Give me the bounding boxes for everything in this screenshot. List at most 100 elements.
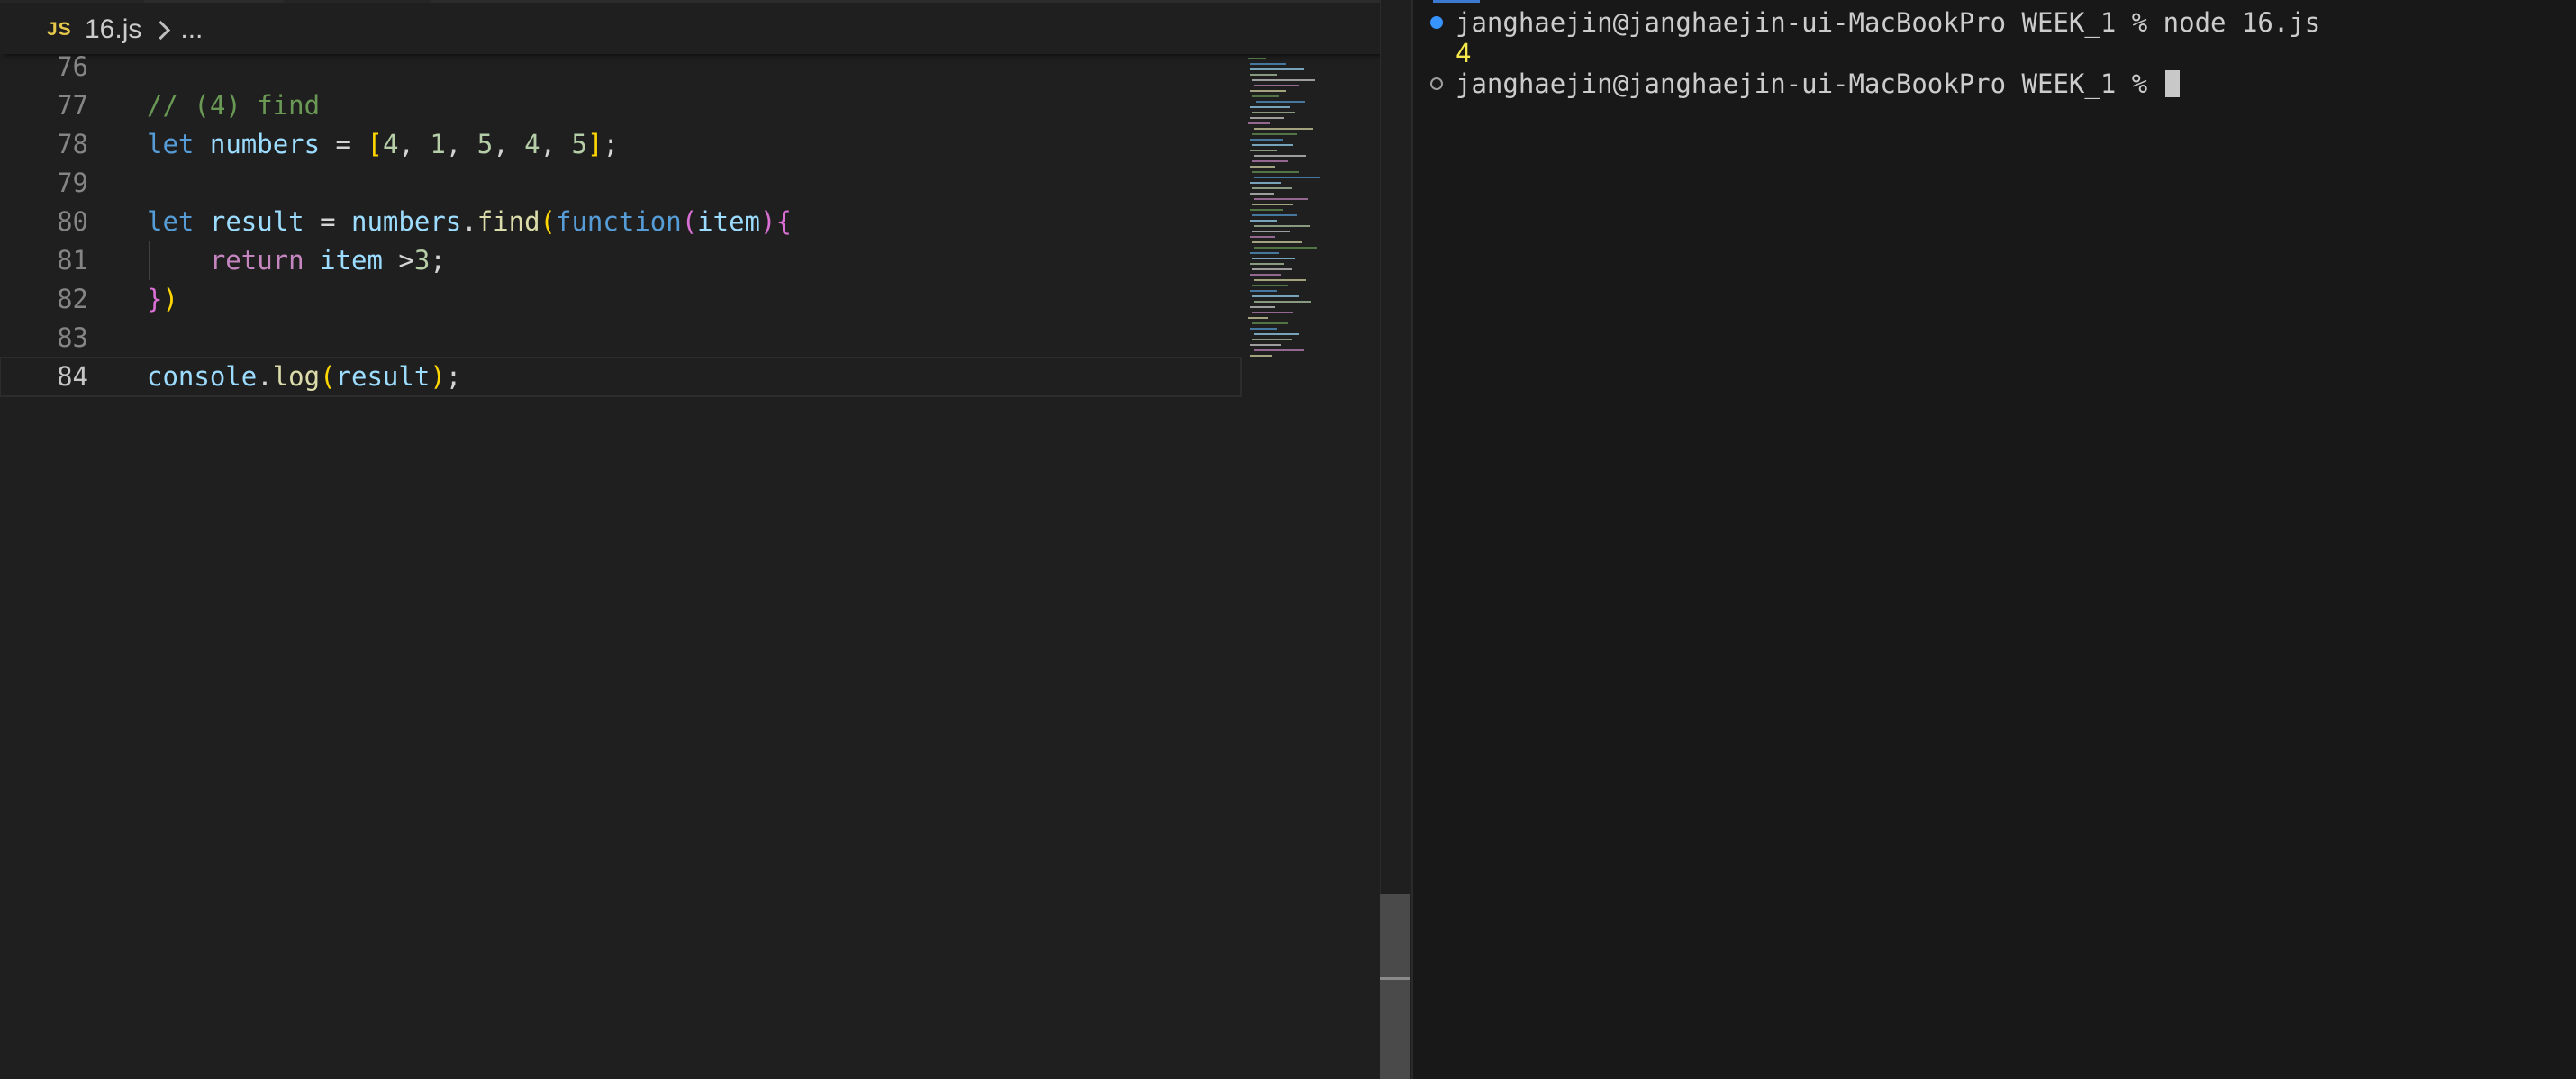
minimap-line — [1252, 312, 1293, 313]
terminal-prompt: janghaejin@janghaejin-ui-MacBookPro WEEK… — [1456, 68, 2180, 99]
minimap-line — [1250, 306, 1275, 308]
code-line[interactable]: 82}) — [0, 280, 1241, 319]
code-line[interactable]: 84 console.log(result); — [0, 357, 1242, 397]
code-token: numbers — [351, 206, 462, 237]
command-success-icon[interactable] — [1430, 16, 1443, 29]
line-number: 80 — [57, 206, 88, 237]
code-text[interactable]: return item >3; — [147, 241, 446, 280]
code-token: [ — [367, 129, 383, 159]
code-token: = — [304, 206, 352, 237]
minimap-line — [1252, 95, 1279, 97]
code-token: ) — [430, 361, 446, 392]
code-token: , — [445, 129, 477, 159]
minimap-line — [1250, 355, 1272, 357]
minimap-line — [1248, 317, 1268, 319]
chevron-right-icon — [151, 20, 171, 40]
code-line[interactable]: 83 — [0, 319, 1241, 358]
line-number: 82 — [57, 284, 88, 314]
line-number: 77 — [57, 90, 88, 121]
minimap-line — [1250, 68, 1304, 70]
line-number: 79 — [57, 168, 88, 198]
minimap-line — [1254, 247, 1317, 249]
code-line[interactable]: 79 — [0, 164, 1241, 203]
line-number: 84 — [57, 361, 88, 392]
code-token: 3 — [413, 245, 431, 276]
minimap-line — [1252, 112, 1295, 113]
code-token: , — [540, 129, 572, 159]
terminal-output: 4 — [1456, 38, 1472, 68]
code-line[interactable]: 81 return item >3; — [0, 241, 1241, 280]
terminal-cursor — [2164, 70, 2180, 97]
terminal-output-line: 4 — [1413, 38, 2576, 68]
editor-scrollbar-thumb[interactable] — [1380, 894, 1410, 1079]
terminal-tab-indicator — [1433, 0, 1480, 3]
code-token: find — [476, 206, 540, 237]
minimap-line — [1252, 133, 1297, 135]
minimap-line — [1252, 79, 1315, 81]
code-token: result — [209, 206, 304, 237]
minimap-line — [1252, 258, 1295, 259]
code-token: 4 — [524, 129, 540, 159]
terminal-panel[interactable]: janghaejin@janghaejin-ui-MacBookPro WEEK… — [1413, 0, 2576, 1079]
code-text[interactable]: let numbers = [4, 1, 5, 4, 5]; — [147, 125, 619, 164]
code-text[interactable]: }) — [147, 280, 178, 319]
code-token: { — [776, 206, 792, 237]
code-token: ; — [430, 245, 446, 276]
code-editor[interactable]: JS 16.js ... 76 77 // (4) find 78 let number… — [0, 0, 1412, 1079]
code-token: let — [147, 206, 195, 237]
code-text[interactable]: // (4) find — [147, 86, 320, 125]
minimap-line — [1250, 106, 1290, 108]
breadcrumb-more[interactable]: ... — [180, 14, 203, 45]
line-number: 81 — [57, 245, 88, 276]
minimap-line — [1250, 182, 1281, 184]
code-token: . — [257, 361, 273, 392]
minimap-line — [1250, 344, 1281, 346]
code-lines[interactable]: 76 77 // (4) find 78 let numbers = [4, 1, 5,… — [0, 48, 1242, 397]
minimap-line — [1250, 263, 1284, 265]
code-text[interactable]: console.log(result); — [147, 358, 461, 396]
minimap-line — [1250, 117, 1284, 119]
code-token: . — [461, 206, 477, 237]
code-text[interactable]: let result = numbers.find(function(item)… — [147, 203, 792, 241]
code-line[interactable]: 78 let numbers = [4, 1, 5, 4, 5]; — [0, 125, 1241, 164]
minimap-line — [1254, 279, 1306, 281]
terminal-prompt: janghaejin@janghaejin-ui-MacBookPro WEEK… — [1456, 7, 2320, 38]
code-line[interactable]: 80 let result = numbers.find(function(ite… — [0, 203, 1241, 241]
code-token: console — [147, 361, 258, 392]
minimap-line — [1252, 268, 1292, 270]
code-token: ) — [760, 206, 776, 237]
line-number: 78 — [57, 129, 88, 159]
code-token: = — [320, 129, 367, 159]
minimap-line — [1254, 85, 1299, 86]
breadcrumb-file[interactable]: 16.js — [85, 14, 141, 45]
minimap-line — [1250, 328, 1277, 330]
minimap[interactable] — [1243, 54, 1378, 378]
code-token: result — [335, 361, 431, 392]
minimap-line — [1250, 236, 1275, 238]
code-token: 1 — [430, 129, 446, 159]
command-pending-icon[interactable] — [1430, 77, 1443, 90]
javascript-file-icon: JS — [47, 19, 72, 40]
code-token: ; — [603, 129, 619, 159]
line-number: 83 — [57, 322, 88, 353]
minimap-line — [1250, 209, 1283, 211]
code-token: ( — [320, 361, 336, 392]
code-token: function — [556, 206, 682, 237]
minimap-line — [1250, 274, 1281, 276]
code-token: 5 — [571, 129, 587, 159]
code-token: ) — [162, 284, 178, 314]
minimap-line — [1252, 322, 1288, 324]
minimap-line — [1250, 290, 1277, 292]
minimap-line — [1254, 198, 1308, 200]
minimap-line — [1252, 144, 1293, 146]
minimap-line — [1252, 171, 1299, 173]
code-line[interactable]: 76 — [0, 48, 1241, 86]
minimap-line — [1254, 301, 1311, 303]
code-line[interactable]: 77 // (4) find — [0, 86, 1241, 125]
minimap-line — [1254, 333, 1299, 335]
minimap-line — [1252, 231, 1290, 232]
minimap-line — [1248, 122, 1270, 124]
code-token: ] — [586, 129, 603, 159]
